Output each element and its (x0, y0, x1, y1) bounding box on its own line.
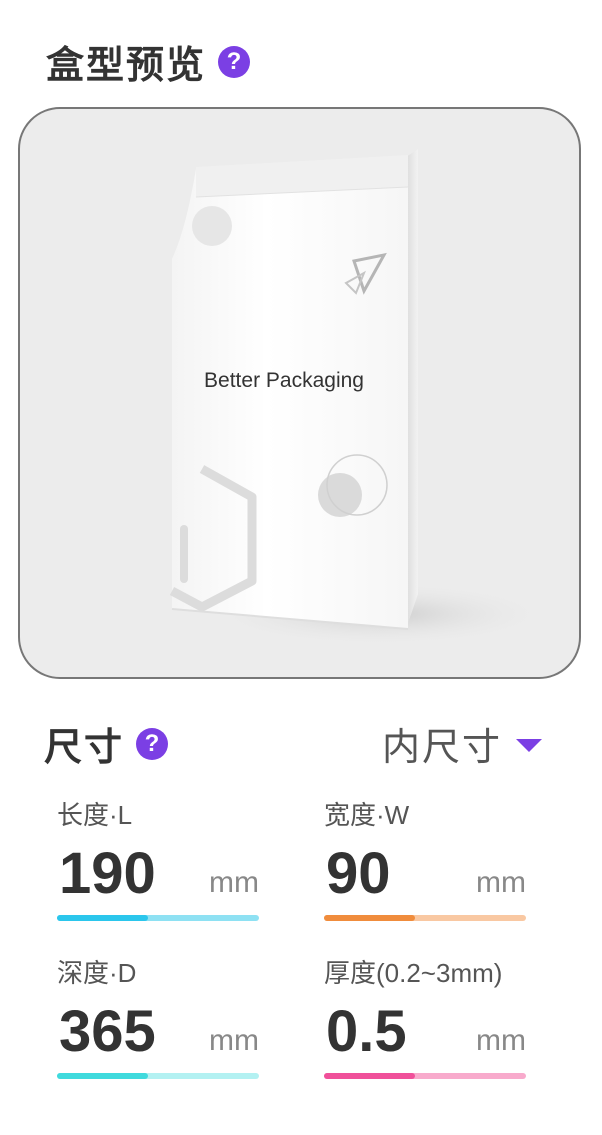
width-slider-track[interactable] (324, 915, 526, 921)
caret-down-icon (516, 739, 542, 752)
length-unit: mm (209, 866, 259, 899)
length-label: 长度·L (57, 800, 133, 830)
depth-unit: mm (209, 1024, 259, 1057)
width-label: 宽度·W (324, 800, 410, 830)
thickness-input[interactable] (326, 998, 456, 1065)
depth-field: 深度·D mm (57, 953, 259, 1079)
box-preview-panel: Better Packaging (18, 107, 581, 679)
packaging-bag-illustration: Better Packaging (169, 149, 550, 646)
size-title-text: 尺寸 (44, 727, 125, 769)
preview-section-title: 盒型预览 ? (46, 34, 251, 89)
width-input[interactable] (326, 840, 456, 907)
dimension-mode-label: 内尺寸 (381, 727, 502, 769)
thickness-slider-fill (324, 1073, 415, 1079)
length-slider-fill (57, 915, 148, 921)
width-slider-fill (324, 915, 415, 921)
length-slider-track[interactable] (57, 915, 259, 921)
width-field: 宽度·W mm (324, 795, 526, 921)
bag-brand-text: Better Packaging (204, 369, 364, 392)
help-icon[interactable]: ? (218, 45, 251, 78)
thickness-unit: mm (476, 1024, 526, 1057)
preview-title-text: 盒型预览 (46, 45, 207, 87)
size-section-title: 尺寸 ? (44, 716, 169, 771)
thickness-slider-track[interactable] (324, 1073, 526, 1079)
depth-input[interactable] (59, 998, 189, 1065)
help-icon[interactable]: ? (136, 727, 169, 760)
thickness-label: 厚度(0.2~3mm) (324, 958, 503, 988)
length-input[interactable] (59, 840, 189, 907)
depth-label: 深度·D (57, 958, 137, 988)
length-field: 长度·L mm (57, 795, 259, 921)
width-unit: mm (476, 866, 526, 899)
thickness-field: 厚度(0.2~3mm) mm (324, 953, 526, 1079)
depth-slider-fill (57, 1073, 148, 1079)
depth-slider-track[interactable] (57, 1073, 259, 1079)
dimension-mode-dropdown[interactable]: 内尺寸 (382, 716, 542, 771)
